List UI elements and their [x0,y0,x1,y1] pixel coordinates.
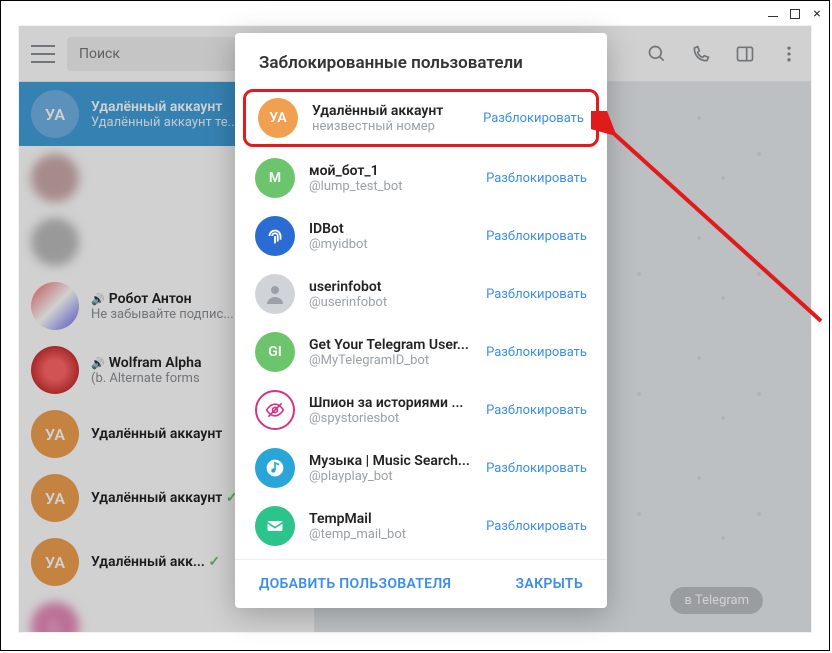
blocked-user-row[interactable]: Музыка | Music Search...@playplay_bot Раз… [235,439,607,497]
window-maximize-button[interactable] [789,8,801,20]
avatar: GI [255,332,295,372]
unblock-button[interactable]: Разблокировать [486,519,587,534]
user-name: Get Your Telegram User... [309,337,472,353]
user-name: Удалённый аккаунт [312,103,469,119]
window-close-button[interactable]: × [811,8,823,20]
user-handle: @MyTelegramID_bot [309,353,472,368]
unblock-button[interactable]: Разблокировать [486,403,587,418]
user-info: Get Your Telegram User...@MyTelegramID_b… [309,337,472,368]
unblock-button[interactable]: Разблокировать [486,345,587,360]
blocked-user-row[interactable]: TempMail@temp_mail_bot Разблокировать [235,497,607,555]
user-name: userinfobot [309,279,472,295]
unblock-button[interactable]: Разблокировать [486,461,587,476]
user-handle: @myidbot [309,237,472,252]
window-titlebar: × [1,1,829,26]
user-handle: @userinfobot [309,295,472,310]
music-icon [255,448,295,488]
unblock-button[interactable]: Разблокировать [486,171,587,186]
unblock-button[interactable]: Разблокировать [483,111,584,126]
window-minimize-button[interactable] [767,8,779,20]
blocked-users-modal: Заблокированные пользователи УА Удалённый… [235,33,607,608]
avatar: УА [258,98,298,138]
user-handle: @lump_test_bot [309,179,472,194]
user-info: IDBot@myidbot [309,221,472,252]
user-info: userinfobot@userinfobot [309,279,472,310]
blocked-users-list[interactable]: УА Удалённый аккаунтнеизвестный номер Разб… [235,87,607,559]
unblock-button[interactable]: Разблокировать [486,287,587,302]
user-handle: @temp_mail_bot [309,527,472,542]
user-info: TempMail@temp_mail_bot [309,511,472,542]
user-info: Шпион за историями ...@spystoriesbot [309,395,472,426]
user-info: Музыка | Music Search...@playplay_bot [309,453,472,484]
user-name: мой_бот_1 [309,163,472,179]
fingerprint-icon [255,216,295,256]
user-handle: @spystoriesbot [309,411,472,426]
eye-off-icon [255,390,295,430]
add-user-button[interactable]: ДОБАВИТЬ ПОЛЬЗОВАТЕЛЯ [259,576,451,592]
blocked-user-row[interactable]: GI Get Your Telegram User...@MyTelegramID… [235,323,607,381]
modal-title: Заблокированные пользователи [235,33,607,87]
blocked-user-row[interactable]: IDBot@myidbot Разблокировать [235,207,607,265]
user-name: IDBot [309,221,472,237]
close-button[interactable]: ЗАКРЫТЬ [516,576,583,592]
user-info: мой_бот_1@lump_test_bot [309,163,472,194]
user-handle: неизвестный номер [312,119,469,134]
user-name: TempMail [309,511,472,527]
avatar: М [255,158,295,198]
modal-footer: ДОБАВИТЬ ПОЛЬЗОВАТЕЛЯ ЗАКРЫТЬ [235,559,607,608]
user-name: Музыка | Music Search... [309,453,472,469]
user-handle: @playplay_bot [309,469,472,484]
blocked-user-row[interactable]: Ммой_бот_1@lump_test_bot Разблокировать [235,149,607,207]
mail-icon [255,506,295,546]
person-icon [255,274,295,314]
blocked-user-row[interactable]: УА Удалённый аккаунтнеизвестный номер Разб… [243,89,599,147]
window-frame: × УАУдалённый аккаунтУдалённый аккаунт т… [0,0,830,651]
blocked-user-row[interactable]: userinfobot@userinfobot Разблокировать [235,265,607,323]
unblock-button[interactable]: Разблокировать [486,229,587,244]
user-name: Шпион за историями ... [309,395,472,411]
blocked-user-row[interactable]: Шпион за историями ...@spystoriesbot Разб… [235,381,607,439]
user-info: Удалённый аккаунтнеизвестный номер [312,103,469,134]
